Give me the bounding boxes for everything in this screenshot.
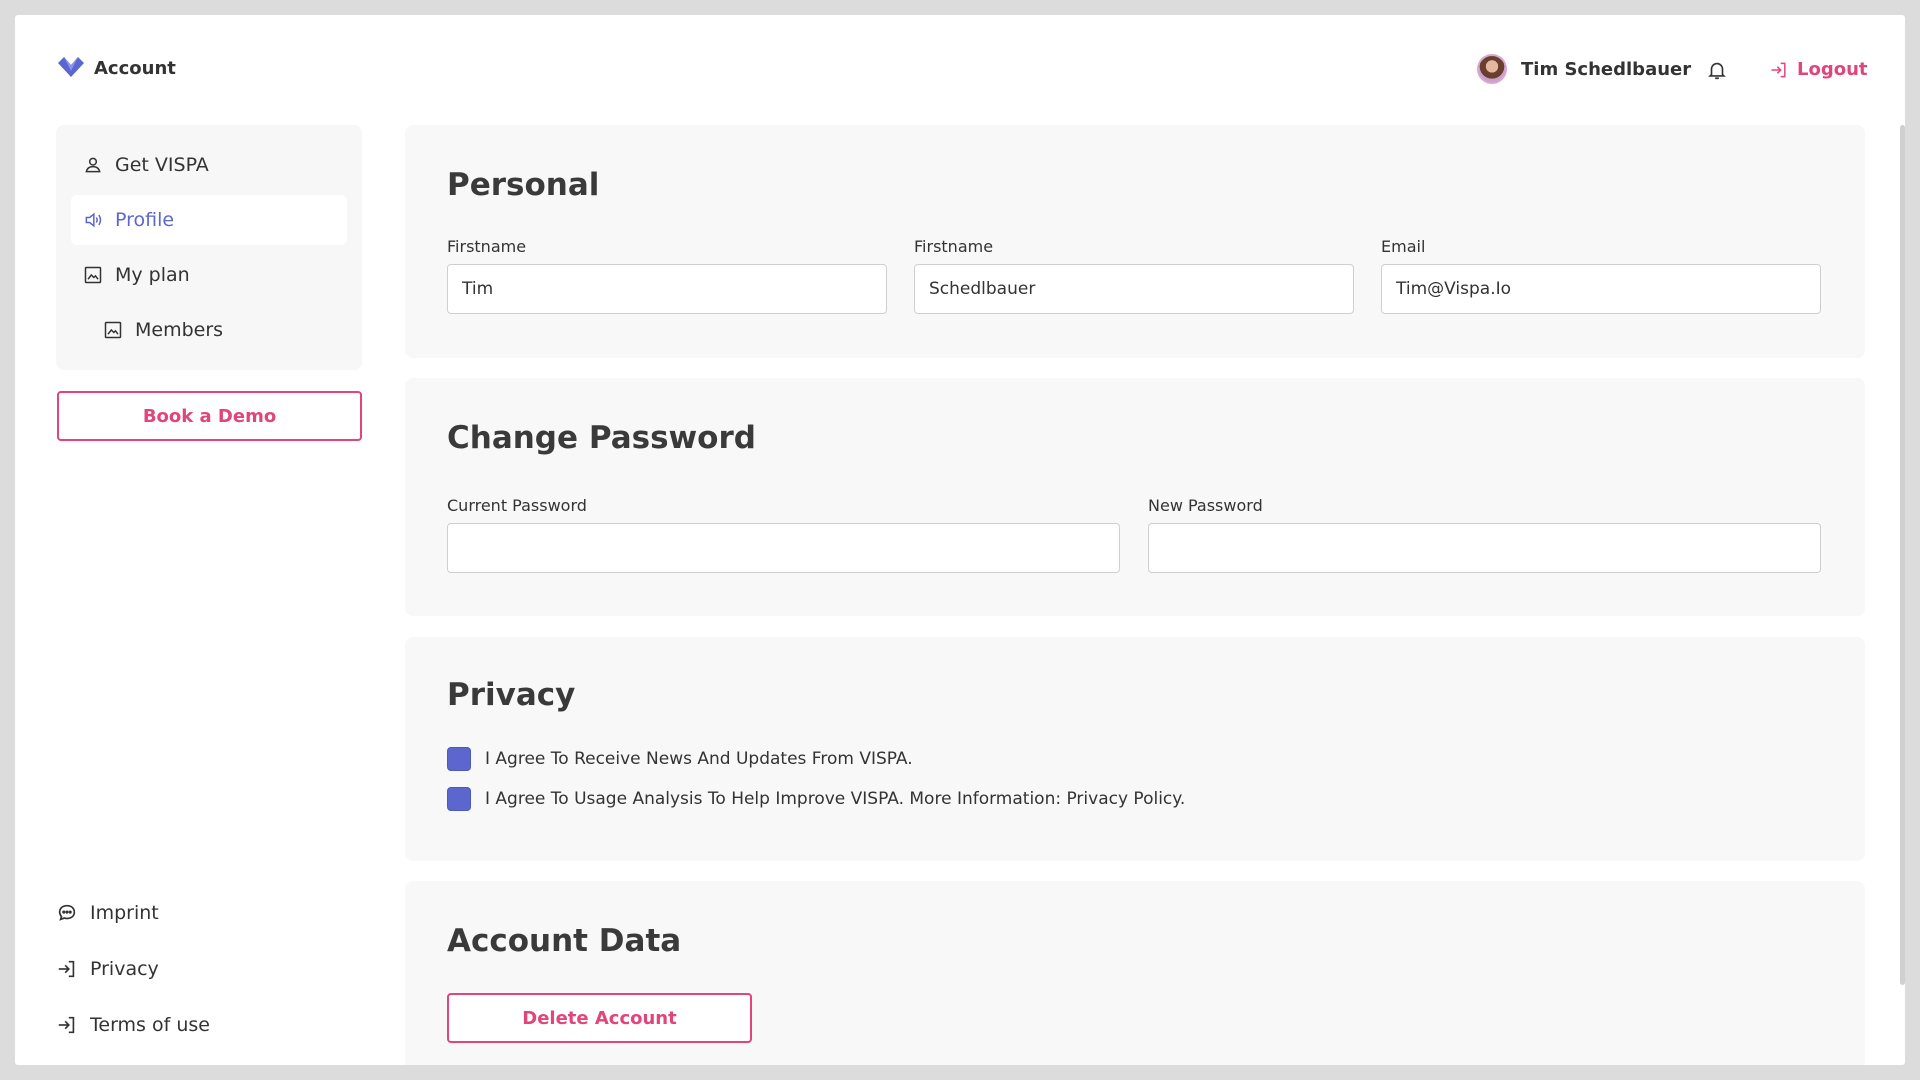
email-field-group: Email: [1381, 237, 1821, 314]
image-icon: [104, 321, 122, 339]
section-title-privacy: Privacy: [447, 677, 576, 713]
logout-icon: [1771, 62, 1786, 77]
new-password-label: New Password: [1148, 496, 1263, 515]
speaker-icon: [85, 212, 102, 228]
scrollbar[interactable]: [1900, 125, 1905, 985]
current-password-field[interactable]: [447, 523, 1120, 573]
email-label: Email: [1381, 237, 1426, 256]
app-window: Account Tim Schedlbauer Logout Get VISPA…: [15, 15, 1905, 1065]
sidebar-item-get-vispa[interactable]: Get VISPA: [71, 140, 347, 190]
usage-consent-label: I Agree To Usage Analysis To Help Improv…: [485, 789, 1186, 809]
login-arrow-icon: [58, 1016, 75, 1034]
footer-link-terms[interactable]: Terms of use: [56, 997, 210, 1053]
firstname-field[interactable]: [447, 264, 887, 314]
usage-consent-row: I Agree To Usage Analysis To Help Improv…: [447, 787, 1185, 811]
firstname-label: Firstname: [447, 237, 527, 256]
lastname-field-group: Firstname: [914, 237, 1354, 314]
user-icon: [85, 157, 101, 173]
sidebar-item-my-plan[interactable]: My plan: [71, 250, 347, 300]
avatar[interactable]: [1477, 54, 1507, 84]
sidebar-item-label: Get VISPA: [115, 154, 209, 176]
brand[interactable]: Account: [56, 55, 176, 81]
footer-link-label: Privacy: [90, 958, 159, 980]
lastname-label: Firstname: [914, 237, 994, 256]
section-title-personal: Personal: [447, 167, 600, 203]
news-consent-checkbox[interactable]: [447, 747, 471, 771]
sidebar-nav: Get VISPA Profile My plan Members: [56, 125, 362, 370]
logout-label: Logout: [1797, 59, 1868, 80]
email-field[interactable]: [1381, 264, 1821, 314]
top-bar: Account Tim Schedlbauer Logout: [15, 15, 1905, 125]
section-title-account-data: Account Data: [447, 923, 682, 959]
account-data-section: Account Data Delete Account: [405, 881, 1865, 1065]
new-password-group: New Password: [1148, 496, 1821, 573]
book-demo-button[interactable]: Book a Demo: [57, 391, 362, 441]
section-title-change-password: Change Password: [447, 420, 756, 456]
user-menu[interactable]: Tim Schedlbauer: [1477, 54, 1691, 84]
news-consent-row: I Agree To Receive News And Updates From…: [447, 747, 913, 771]
logout-button[interactable]: Logout: [1769, 59, 1868, 80]
chat-icon: [58, 904, 76, 921]
image-icon: [84, 266, 102, 284]
sidebar-item-label: Members: [135, 319, 224, 341]
usage-consent-checkbox[interactable]: [447, 787, 471, 811]
footer-links: Imprint Privacy Terms of use: [56, 885, 210, 1053]
current-password-label: Current Password: [447, 496, 587, 515]
login-arrow-icon: [58, 960, 75, 978]
firstname-field-group: Firstname: [447, 237, 887, 314]
sidebar-item-members[interactable]: Members: [71, 305, 347, 355]
footer-link-label: Terms of use: [90, 1014, 210, 1036]
sidebar-item-label: My plan: [115, 264, 190, 286]
change-password-section: Change Password Current Password New Pas…: [405, 378, 1865, 616]
delete-account-button[interactable]: Delete Account: [447, 993, 752, 1043]
user-name: Tim Schedlbauer: [1521, 58, 1692, 80]
current-password-group: Current Password: [447, 496, 1120, 573]
page-title: Account: [94, 57, 176, 79]
footer-link-label: Imprint: [90, 902, 159, 924]
footer-link-imprint[interactable]: Imprint: [56, 885, 210, 941]
footer-link-privacy[interactable]: Privacy: [56, 941, 210, 997]
news-consent-label: I Agree To Receive News And Updates From…: [485, 749, 913, 769]
lastname-field[interactable]: [914, 264, 1354, 314]
personal-section: Personal Firstname Firstname Email: [405, 125, 1865, 358]
bell-icon[interactable]: [1706, 59, 1728, 81]
new-password-field[interactable]: [1148, 523, 1821, 573]
vispa-logo-icon: [58, 57, 84, 77]
sidebar-item-label: Profile: [115, 209, 175, 231]
sidebar-item-profile[interactable]: Profile: [71, 195, 347, 245]
privacy-section: Privacy I Agree To Receive News And Upda…: [405, 637, 1865, 861]
